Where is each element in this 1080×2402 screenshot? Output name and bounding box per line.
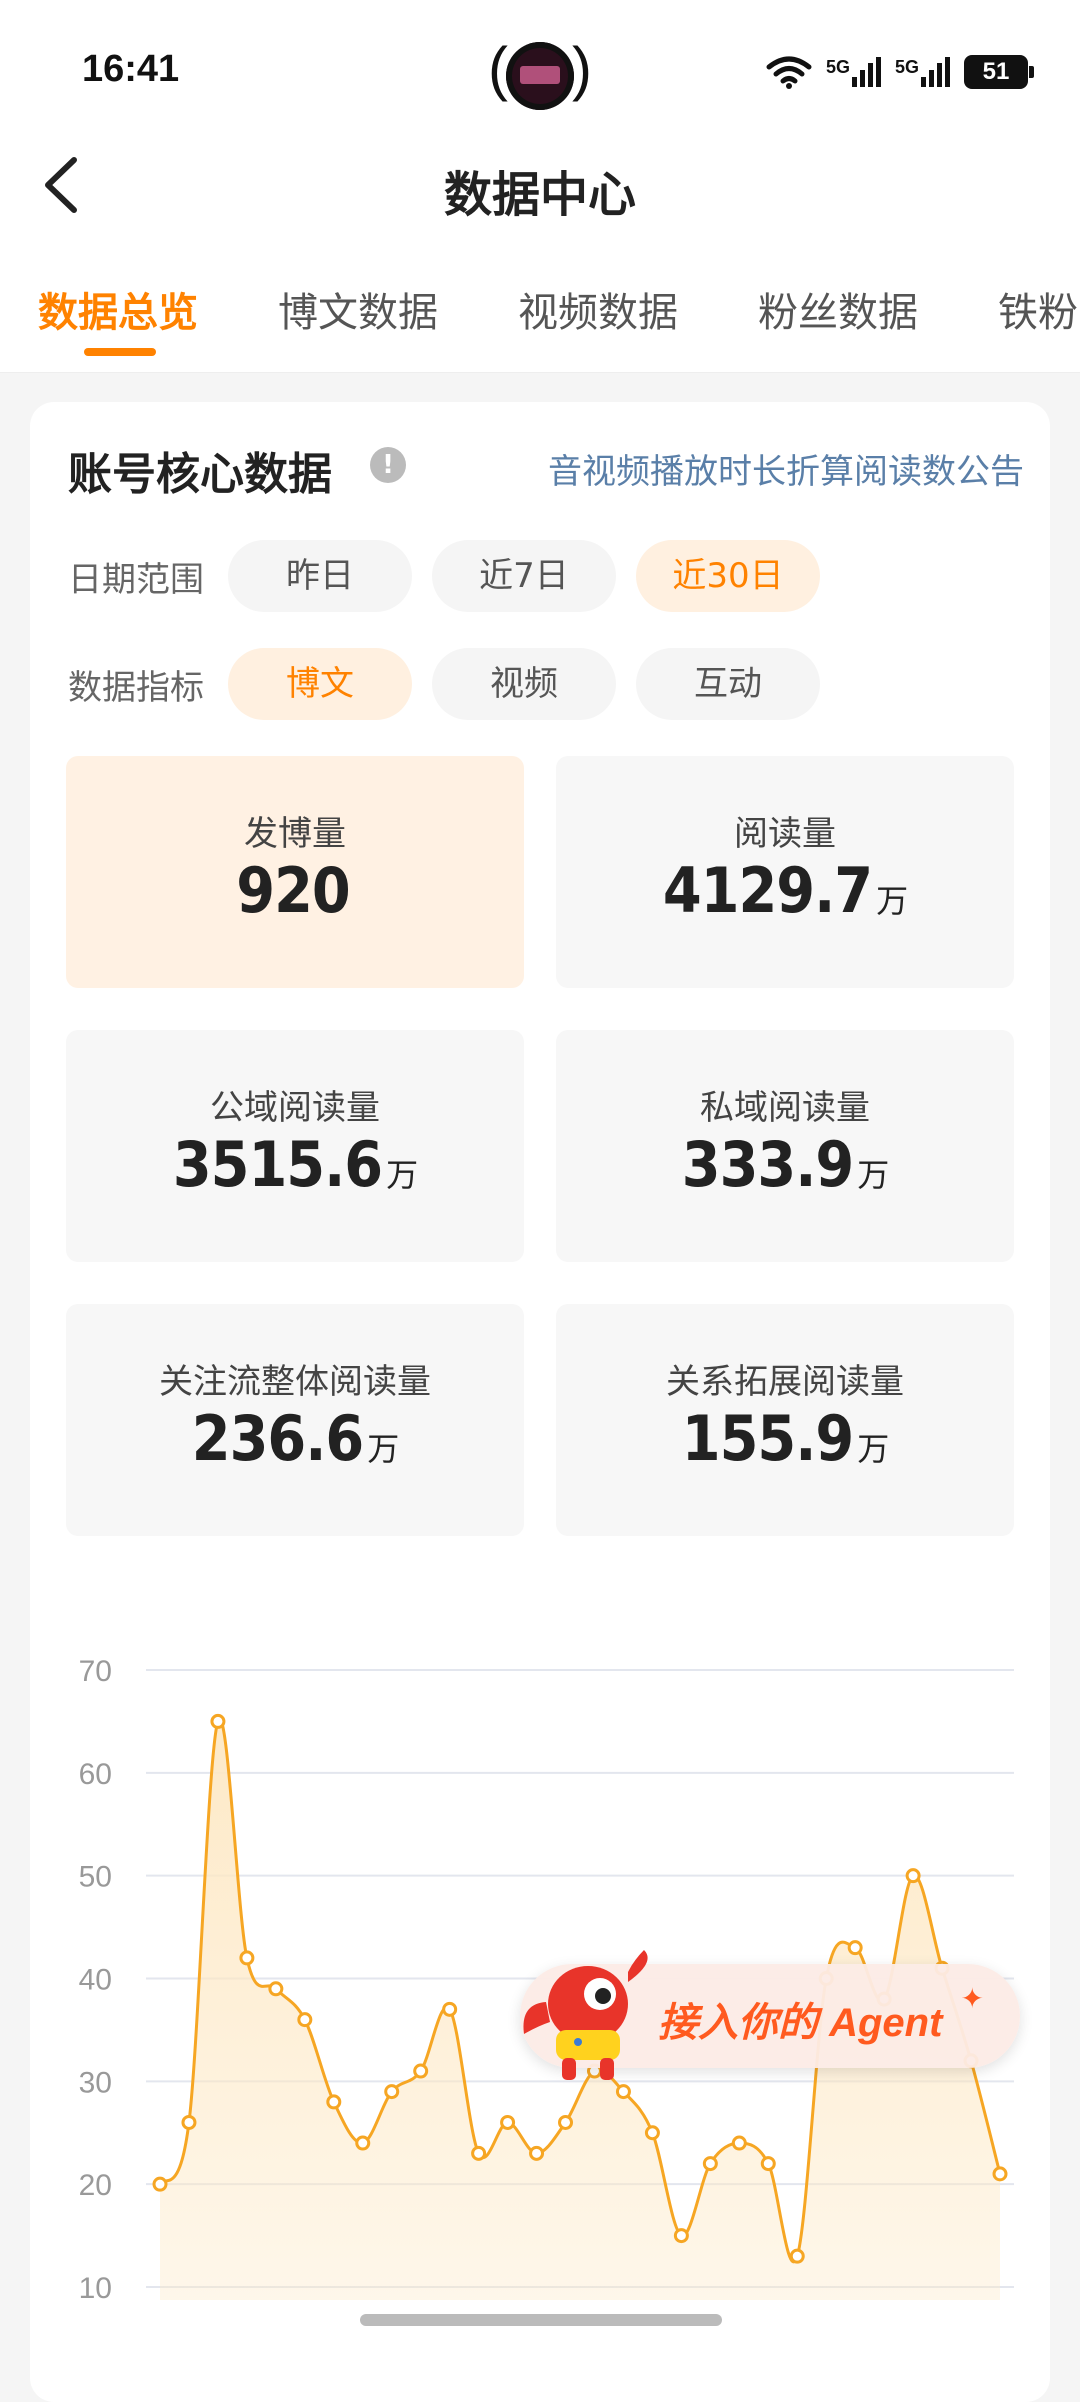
metric-chip-posts[interactable]: 博文 — [228, 648, 412, 720]
wifi-icon — [766, 56, 812, 89]
data-point[interactable] — [355, 2135, 371, 2151]
stat-card-public-reads[interactable]: 公域阅读量 3515.6 万 — [66, 1030, 524, 1262]
info-icon[interactable]: ! — [370, 447, 406, 483]
stat-card-private-reads[interactable]: 私域阅读量 333.9 万 — [556, 1030, 1014, 1262]
stat-label: 关系拓展阅读量 — [666, 1362, 904, 1402]
date-range-label: 日期范围 — [68, 560, 204, 600]
date-chip-30days[interactable]: 近30日 — [636, 540, 820, 612]
card-title: 账号核心数据 — [68, 449, 332, 500]
data-point[interactable] — [760, 2156, 776, 2172]
data-point[interactable] — [384, 2084, 400, 2100]
status-bar: 16:41 ( ) 5G 5G 51 — [0, 0, 1080, 150]
tab-fans[interactable]: 粉丝数据 — [758, 280, 918, 338]
stat-card-relation-reads[interactable]: 关系拓展阅读量 155.9 万 — [556, 1304, 1014, 1536]
y-tick-label: 50 — [79, 1861, 112, 1894]
y-tick-label: 40 — [79, 1964, 112, 1997]
tab-posts[interactable]: 博文数据 — [278, 280, 438, 338]
stat-unit: 万 — [367, 1430, 399, 1468]
data-point[interactable] — [326, 2094, 342, 2110]
tab-active-indicator — [84, 348, 156, 356]
stat-value: 333.9 — [681, 1128, 854, 1201]
stat-value: 920 — [236, 854, 350, 927]
stat-label: 公域阅读量 — [210, 1088, 380, 1128]
y-tick-label: 70 — [79, 1655, 112, 1688]
tab-overview[interactable]: 数据总览 — [38, 280, 198, 338]
y-tick-label: 10 — [79, 2272, 112, 2300]
stat-card-reads[interactable]: 阅读量 4129.7 万 — [556, 756, 1014, 988]
y-tick-label: 20 — [79, 2169, 112, 2202]
status-time: 16:41 — [82, 48, 180, 90]
data-point[interactable] — [297, 2012, 313, 2028]
metric-label: 数据指标 — [68, 668, 204, 708]
metric-chip-interaction[interactable]: 互动 — [636, 648, 820, 720]
data-point[interactable] — [731, 2135, 747, 2151]
sparkle-icon: ✦ — [960, 1982, 984, 2015]
data-point[interactable] — [847, 1940, 863, 1956]
stat-label: 私域阅读量 — [700, 1088, 870, 1128]
stat-label: 关注流整体阅读量 — [159, 1362, 431, 1402]
stat-unit: 万 — [857, 1430, 889, 1468]
signal-5g-icon: 5G — [826, 57, 881, 87]
data-point[interactable] — [152, 2176, 168, 2192]
tab-bar: 数据总览 博文数据 视频数据 粉丝数据 铁粉 — [0, 280, 1080, 373]
agent-banner-text: 接入你的 Agent — [658, 2001, 943, 2045]
stat-label: 发博量 — [244, 814, 346, 854]
data-point[interactable] — [789, 2248, 805, 2264]
stat-unit: 万 — [857, 1156, 889, 1194]
tab-iron-fans[interactable]: 铁粉 — [998, 280, 1078, 338]
y-tick-label: 30 — [79, 2066, 112, 2099]
stat-label: 阅读量 — [734, 814, 836, 854]
tab-video[interactable]: 视频数据 — [518, 280, 678, 338]
live-avatar-icon — [506, 42, 574, 110]
live-indicator: ( ) — [488, 35, 592, 110]
data-point[interactable] — [181, 2114, 197, 2130]
stat-card-follow-feed-reads[interactable]: 关注流整体阅读量 236.6 万 — [66, 1304, 524, 1536]
stat-value: 236.6 — [191, 1402, 364, 1475]
stat-value: 4129.7 — [662, 854, 873, 927]
data-point[interactable] — [992, 2166, 1008, 2182]
data-point[interactable] — [413, 2063, 429, 2079]
data-point[interactable] — [442, 2001, 458, 2017]
stat-unit: 万 — [876, 882, 908, 920]
page-title: 数据中心 — [443, 167, 636, 223]
stat-value: 155.9 — [681, 1402, 854, 1475]
data-point[interactable] — [558, 2114, 574, 2130]
notice-link[interactable]: 音视频播放时长折算阅读数公告 — [548, 444, 1024, 493]
stat-value: 3515.6 — [172, 1128, 383, 1201]
data-point[interactable] — [615, 2084, 631, 2100]
data-point[interactable] — [210, 1713, 226, 1729]
signal-5g-icon-2: 5G — [895, 57, 950, 87]
metric-chip-video[interactable]: 视频 — [432, 648, 616, 720]
date-chip-7days[interactable]: 近7日 — [432, 540, 616, 612]
mascot-icon[interactable] — [516, 1942, 666, 2087]
data-point[interactable] — [500, 2114, 516, 2130]
data-point[interactable] — [239, 1950, 255, 1966]
date-chip-yesterday[interactable]: 昨日 — [228, 540, 412, 612]
y-tick-label: 60 — [79, 1758, 112, 1791]
home-indicator — [360, 2314, 722, 2326]
battery-icon: 51 — [964, 55, 1034, 89]
data-point[interactable] — [702, 2156, 718, 2172]
system-icons: 5G 5G 51 — [766, 52, 1034, 92]
data-point[interactable] — [529, 2145, 545, 2161]
data-point[interactable] — [644, 2125, 660, 2141]
stat-unit: 万 — [386, 1156, 418, 1194]
data-point[interactable] — [268, 1981, 284, 1997]
stat-card-posts[interactable]: 发博量 920 — [66, 756, 524, 988]
data-point[interactable] — [905, 1868, 921, 1884]
data-point[interactable] — [673, 2228, 689, 2244]
data-point[interactable] — [471, 2145, 487, 2161]
